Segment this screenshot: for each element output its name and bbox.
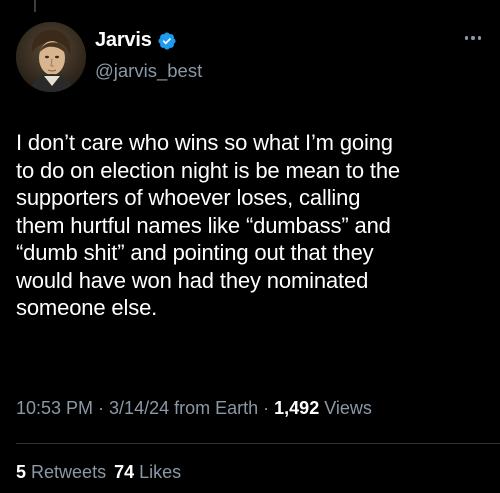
avatar[interactable] (16, 22, 86, 92)
retweets-count: 5 (16, 462, 27, 482)
verified-badge-icon (157, 31, 177, 51)
user-handle[interactable]: @jarvis_best (95, 60, 202, 82)
thread-connector-line (34, 0, 36, 12)
display-name[interactable]: Jarvis (95, 29, 152, 52)
tweet-text: I don’t care who wins so what I’m going … (16, 130, 401, 320)
likes-count: 74 (114, 462, 135, 482)
views-count: 1,492 (274, 398, 320, 418)
likes-label: Likes (139, 462, 182, 482)
retweets-label: Retweets (31, 462, 107, 482)
tweet-meta: 10:53 PM · 3/14/24 from Earth · 1,492 Vi… (16, 398, 372, 419)
meta-separator: · (93, 398, 110, 418)
tweet-date[interactable]: 3/14/24 (109, 398, 169, 418)
avatar-portrait-image (16, 22, 86, 92)
tweet-header: Jarvis @jarvis_best (16, 22, 484, 92)
views-label: Views (324, 398, 372, 418)
engagement-stats: 5 Retweets 74 Likes (16, 462, 181, 483)
retweets-stat[interactable]: 5 Retweets (16, 462, 106, 482)
name-row: Jarvis (95, 29, 177, 52)
likes-stat[interactable]: 74 Likes (114, 462, 181, 482)
tweet-source: from Earth (174, 398, 259, 418)
tweet-time[interactable]: 10:53 PM (16, 398, 93, 418)
more-options-icon[interactable] (462, 28, 484, 48)
divider (16, 443, 500, 444)
meta-separator: · (258, 398, 275, 418)
